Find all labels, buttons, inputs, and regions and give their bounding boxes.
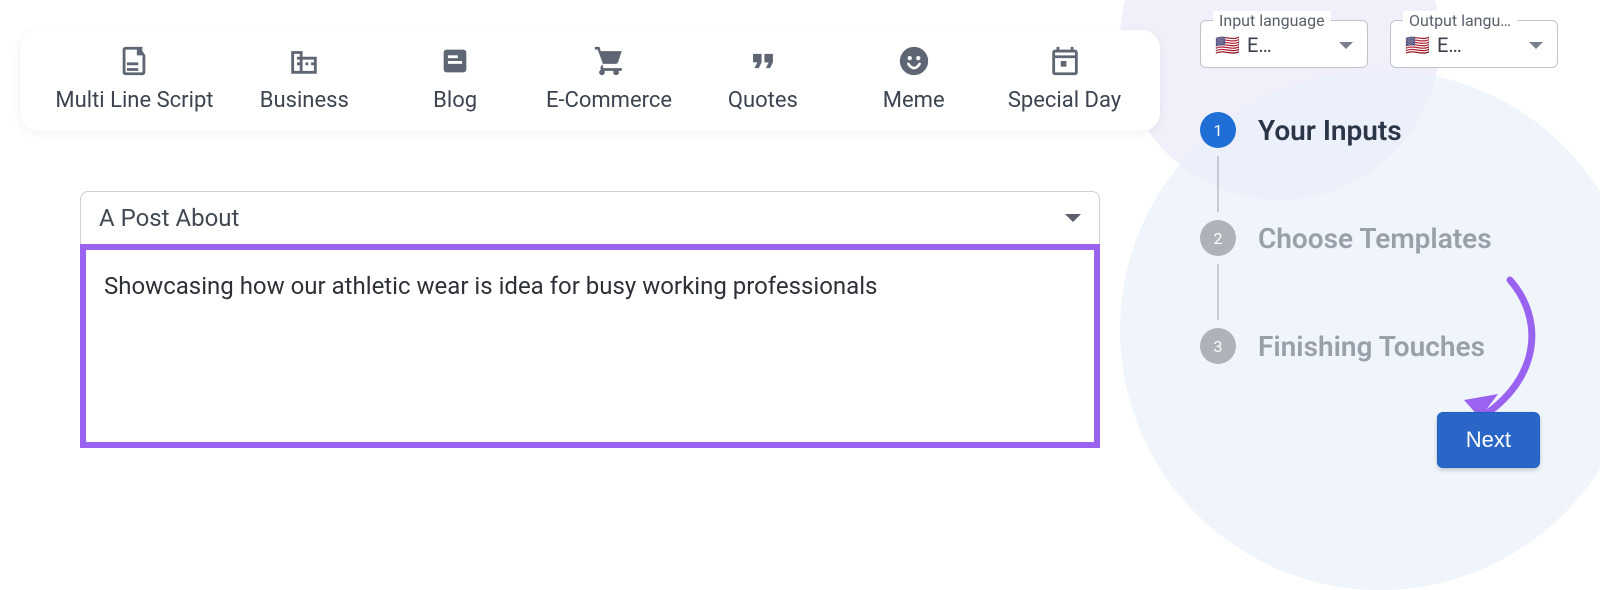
output-language-value: E… — [1437, 33, 1521, 57]
step-number-badge: 2 — [1200, 220, 1236, 256]
step-label: Finishing Touches — [1258, 330, 1485, 363]
tab-label: Meme — [883, 88, 945, 113]
template-tabs: Multi Line Script Business Blog E-Commer… — [20, 30, 1160, 131]
chevron-down-icon — [1529, 42, 1543, 49]
flag-us-icon: 🇺🇸 — [1215, 35, 1239, 55]
script-icon — [117, 44, 151, 82]
cart-icon — [592, 44, 626, 82]
tab-multi-line-script[interactable]: Multi Line Script — [55, 44, 213, 113]
quote-icon — [746, 44, 780, 82]
calendar-icon — [1048, 44, 1082, 82]
post-topic-textarea[interactable]: Showcasing how our athletic wear is idea… — [80, 244, 1100, 448]
language-row: Input language 🇺🇸 E… Output langu… 🇺🇸 E… — [1200, 20, 1570, 68]
input-language-label: Input language — [1213, 11, 1331, 30]
step-your-inputs[interactable]: 1 Your Inputs — [1200, 112, 1570, 148]
step-choose-templates[interactable]: 2 Choose Templates — [1200, 220, 1570, 256]
building-icon — [287, 44, 321, 82]
output-language-label: Output langu… — [1403, 11, 1517, 30]
smile-icon — [897, 44, 931, 82]
post-topic-select[interactable]: A Post About — [80, 191, 1100, 245]
tab-label: Blog — [433, 88, 477, 113]
tab-ecommerce[interactable]: E-Commerce — [546, 44, 672, 113]
step-connector — [1217, 156, 1219, 212]
step-connector — [1217, 264, 1219, 320]
tab-label: Quotes — [728, 88, 798, 113]
tab-meme[interactable]: Meme — [854, 44, 974, 113]
tab-label: Special Day — [1008, 88, 1121, 113]
step-number-badge: 3 — [1200, 328, 1236, 364]
tab-blog[interactable]: Blog — [395, 44, 515, 113]
left-column: Multi Line Script Business Blog E-Commer… — [0, 0, 1180, 528]
textarea-value: Showcasing how our athletic wear is idea… — [104, 270, 1076, 302]
tab-special-day[interactable]: Special Day — [1005, 44, 1125, 113]
right-column: Input language 🇺🇸 E… Output langu… 🇺🇸 E…… — [1180, 0, 1600, 528]
next-button[interactable]: Next — [1437, 412, 1540, 468]
tab-label: E-Commerce — [546, 88, 672, 113]
input-language-value: E… — [1247, 33, 1331, 57]
step-label: Your Inputs — [1258, 114, 1402, 147]
step-label: Choose Templates — [1258, 222, 1492, 255]
output-language-select[interactable]: Output langu… 🇺🇸 E… — [1390, 20, 1558, 68]
select-label: A Post About — [99, 204, 239, 232]
article-icon — [438, 44, 472, 82]
tab-quotes[interactable]: Quotes — [703, 44, 823, 113]
form-area: A Post About Showcasing how our athletic… — [80, 191, 1100, 448]
input-language-select[interactable]: Input language 🇺🇸 E… — [1200, 20, 1368, 68]
tab-label: Business — [260, 88, 349, 113]
chevron-down-icon — [1065, 214, 1081, 222]
step-number-badge: 1 — [1200, 112, 1236, 148]
tab-business[interactable]: Business — [244, 44, 364, 113]
step-finishing-touches[interactable]: 3 Finishing Touches — [1200, 328, 1570, 364]
chevron-down-icon — [1339, 42, 1353, 49]
progress-stepper: 1 Your Inputs 2 Choose Templates 3 Finis… — [1200, 112, 1570, 364]
flag-us-icon: 🇺🇸 — [1405, 35, 1429, 55]
tab-label: Multi Line Script — [55, 88, 213, 113]
